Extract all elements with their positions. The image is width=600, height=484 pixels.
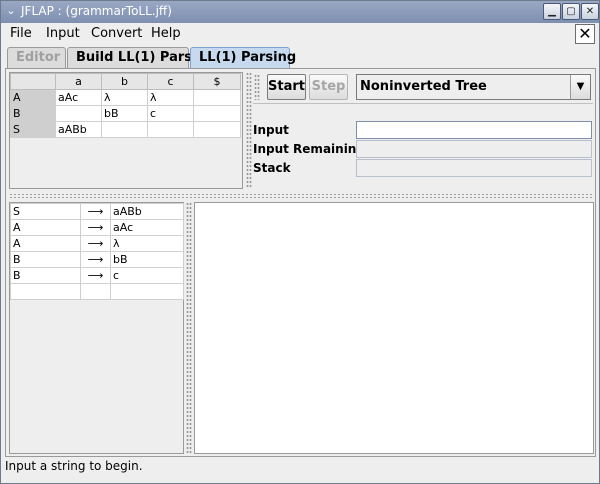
arrow-icon: ⟶ <box>80 267 111 284</box>
arrow-icon: ⟶ <box>80 219 111 236</box>
table-row: A aAc λ λ <box>10 89 241 106</box>
row-header: B <box>10 105 56 122</box>
maximize-icon[interactable]: ▢ <box>562 3 580 20</box>
production-rhs[interactable]: aABb <box>110 203 184 220</box>
arrow-icon: ⟶ <box>80 251 111 268</box>
header-cell <box>10 73 56 90</box>
input-remaining-label: Input Remaining <box>253 142 365 156</box>
row-header: S <box>10 121 56 138</box>
table-cell[interactable] <box>193 89 241 106</box>
menu-input[interactable]: Input <box>46 26 80 41</box>
production-rhs[interactable]: aAc <box>110 219 184 236</box>
chevron-down-icon[interactable]: ▼ <box>570 75 590 99</box>
production-lhs-empty[interactable] <box>10 283 81 300</box>
row-header: A <box>10 89 56 106</box>
parse-table: a b c $ A aAc λ λ B bB c S aABb <box>10 73 241 138</box>
view-select-value: Noninverted Tree <box>360 79 487 94</box>
table-cell[interactable]: c <box>147 105 194 122</box>
window-title: JFLAP : (grammarToLL.jff) <box>21 4 172 18</box>
minimize-icon[interactable]: ▁ <box>543 3 561 20</box>
parse-table-header: a b c $ <box>10 73 241 90</box>
production-lhs[interactable]: A <box>10 235 81 252</box>
table-cell[interactable] <box>193 105 241 122</box>
stack-label: Stack <box>253 161 291 175</box>
view-select[interactable]: Noninverted Tree ▼ <box>356 74 591 100</box>
step-button[interactable]: Step <box>309 74 348 100</box>
toolbar-separator <box>253 103 593 104</box>
start-button[interactable]: Start <box>267 74 306 100</box>
header-cell: a <box>55 73 102 90</box>
status-bar: Input a string to begin. <box>5 459 143 473</box>
arrow-icon: ⟶ <box>80 203 111 220</box>
header-cell: $ <box>193 73 241 90</box>
menu-help[interactable]: Help <box>151 26 181 41</box>
table-cell[interactable] <box>101 121 148 138</box>
table-row: B ⟶ bB <box>10 251 184 268</box>
window-menu-icon[interactable]: ⌄ <box>3 3 19 19</box>
arrow-cell-empty <box>80 283 111 300</box>
production-lhs[interactable]: B <box>10 267 81 284</box>
table-row: A ⟶ λ <box>10 235 184 252</box>
table-cell[interactable] <box>193 121 241 138</box>
app-window: ⌄ JFLAP : (grammarToLL.jff) ▁ ▢ ✕ File I… <box>0 0 600 484</box>
table-row: A ⟶ aAc <box>10 219 184 236</box>
table-row <box>10 283 184 300</box>
toolbar-grip-icon[interactable] <box>254 74 260 100</box>
production-lhs[interactable]: S <box>10 203 81 220</box>
menu-bar: File Input Convert Help ✕ <box>1 23 599 45</box>
controls-panel: Start Step Noninverted Tree ▼ Input Inpu… <box>253 72 593 189</box>
tab-editor[interactable]: Editor <box>7 47 66 68</box>
production-rhs[interactable]: bB <box>110 251 184 268</box>
title-bar[interactable]: ⌄ JFLAP : (grammarToLL.jff) ▁ ▢ ✕ <box>1 1 599 23</box>
production-rhs[interactable]: λ <box>110 235 184 252</box>
table-cell[interactable]: aAc <box>55 89 102 106</box>
horizontal-splitter[interactable] <box>9 193 593 199</box>
grammar-panel: S ⟶ aABb A ⟶ aAc A ⟶ λ B ⟶ bB B ⟶ c <box>9 202 184 454</box>
table-cell[interactable]: aABb <box>55 121 102 138</box>
parse-table-panel: a b c $ A aAc λ λ B bB c S aABb <box>9 72 243 189</box>
table-row: B bB c <box>10 105 241 122</box>
table-cell[interactable] <box>147 121 194 138</box>
tab-build-ll1-parse[interactable]: Build LL(1) Parse <box>67 47 201 68</box>
input-remaining-field <box>356 140 592 158</box>
close-window-icon[interactable]: ✕ <box>581 3 599 20</box>
table-row: S ⟶ aABb <box>10 203 184 220</box>
header-cell: c <box>147 73 194 90</box>
tab-content: a b c $ A aAc λ λ B bB c S aABb Start St… <box>5 68 596 457</box>
table-cell[interactable]: bB <box>101 105 148 122</box>
table-row: S aABb <box>10 121 241 138</box>
production-rhs[interactable]: c <box>110 267 184 284</box>
vertical-splitter-top[interactable] <box>246 72 252 189</box>
vertical-splitter-bottom[interactable] <box>186 202 192 454</box>
table-cell[interactable]: λ <box>101 89 148 106</box>
tab-ll1-parsing[interactable]: LL(1) Parsing <box>190 47 296 68</box>
stack-field <box>356 159 592 177</box>
production-rhs-empty[interactable] <box>110 283 184 300</box>
input-label: Input <box>253 123 289 137</box>
menu-convert[interactable]: Convert <box>91 26 142 41</box>
grammar-table: S ⟶ aABb A ⟶ aAc A ⟶ λ B ⟶ bB B ⟶ c <box>10 203 184 300</box>
header-cell: b <box>101 73 148 90</box>
arrow-icon: ⟶ <box>80 235 111 252</box>
menu-file[interactable]: File <box>10 26 32 41</box>
parse-tree-canvas[interactable] <box>194 202 594 454</box>
table-cell[interactable]: λ <box>147 89 194 106</box>
production-lhs[interactable]: A <box>10 219 81 236</box>
table-row: B ⟶ c <box>10 267 184 284</box>
production-lhs[interactable]: B <box>10 251 81 268</box>
close-tab-icon[interactable]: ✕ <box>575 24 595 44</box>
table-cell[interactable] <box>55 105 102 122</box>
input-field[interactable] <box>356 121 592 139</box>
